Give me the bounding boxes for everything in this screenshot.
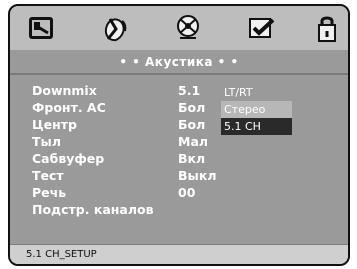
checkbox-icon xyxy=(245,13,277,43)
section-title: • • Акустика • • xyxy=(119,55,239,69)
setting-label: Тыл xyxy=(32,134,61,149)
setting-row-speech[interactable]: Речь 00 xyxy=(32,184,342,201)
option-ltrt[interactable]: LT/RT xyxy=(221,84,292,101)
section-divider xyxy=(10,73,348,75)
speaker-icon xyxy=(98,11,132,45)
lock-icon xyxy=(312,12,342,44)
setting-row-downmix[interactable]: Downmix 5.1 xyxy=(32,82,342,99)
tab-bar xyxy=(10,6,348,50)
setting-label: Фронт. АС xyxy=(32,100,106,115)
setting-value: Вкл xyxy=(178,151,206,166)
setting-row-channel-adjust[interactable]: Подстр. каналов xyxy=(32,201,342,218)
setting-label: Подстр. каналов xyxy=(32,202,154,217)
option-stereo[interactable]: Стерео xyxy=(221,101,292,118)
disc-icon xyxy=(173,13,203,43)
settings-list: Downmix 5.1 Фронт. АС Бол Центр Бол Тыл … xyxy=(32,82,342,218)
status-bar: 5.1 CH_SETUP xyxy=(10,244,348,264)
setting-value: Бол xyxy=(178,117,206,132)
tab-film[interactable] xyxy=(26,12,56,44)
setting-row-rear[interactable]: Тыл Мал xyxy=(32,133,342,150)
setting-label: Downmix xyxy=(32,83,97,98)
setting-value: 00 xyxy=(178,185,196,200)
setting-row-test[interactable]: Тест Выкл xyxy=(32,167,342,184)
tab-lock[interactable] xyxy=(312,12,342,44)
setting-value: Бол xyxy=(178,100,206,115)
setting-value: Мал xyxy=(178,134,209,149)
film-icon xyxy=(26,13,56,43)
osd-frame: • • Акустика • • Downmix 5.1 Фронт. АС Б… xyxy=(8,4,350,266)
setting-label: Тест xyxy=(32,168,64,183)
tab-speaker[interactable] xyxy=(100,12,130,44)
setting-value: Выкл xyxy=(178,168,217,183)
setting-label: Сабвуфер xyxy=(32,151,105,166)
tab-check[interactable] xyxy=(246,12,276,44)
setting-row-subwoofer[interactable]: Сабвуфер Вкл xyxy=(32,150,342,167)
tab-disc[interactable] xyxy=(173,12,203,44)
setting-row-center[interactable]: Центр Бол xyxy=(32,116,342,133)
downmix-options-popup: LT/RT Стерео 5.1 CH xyxy=(221,84,292,135)
screen: • • Акустика • • Downmix 5.1 Фронт. АС Б… xyxy=(0,0,357,269)
setting-value: 5.1 xyxy=(178,83,201,98)
setting-row-front-speakers[interactable]: Фронт. АС Бол xyxy=(32,99,342,116)
setting-label: Центр xyxy=(32,117,77,132)
option-5-1-ch[interactable]: 5.1 CH xyxy=(221,118,292,135)
setting-label: Речь xyxy=(32,185,67,200)
